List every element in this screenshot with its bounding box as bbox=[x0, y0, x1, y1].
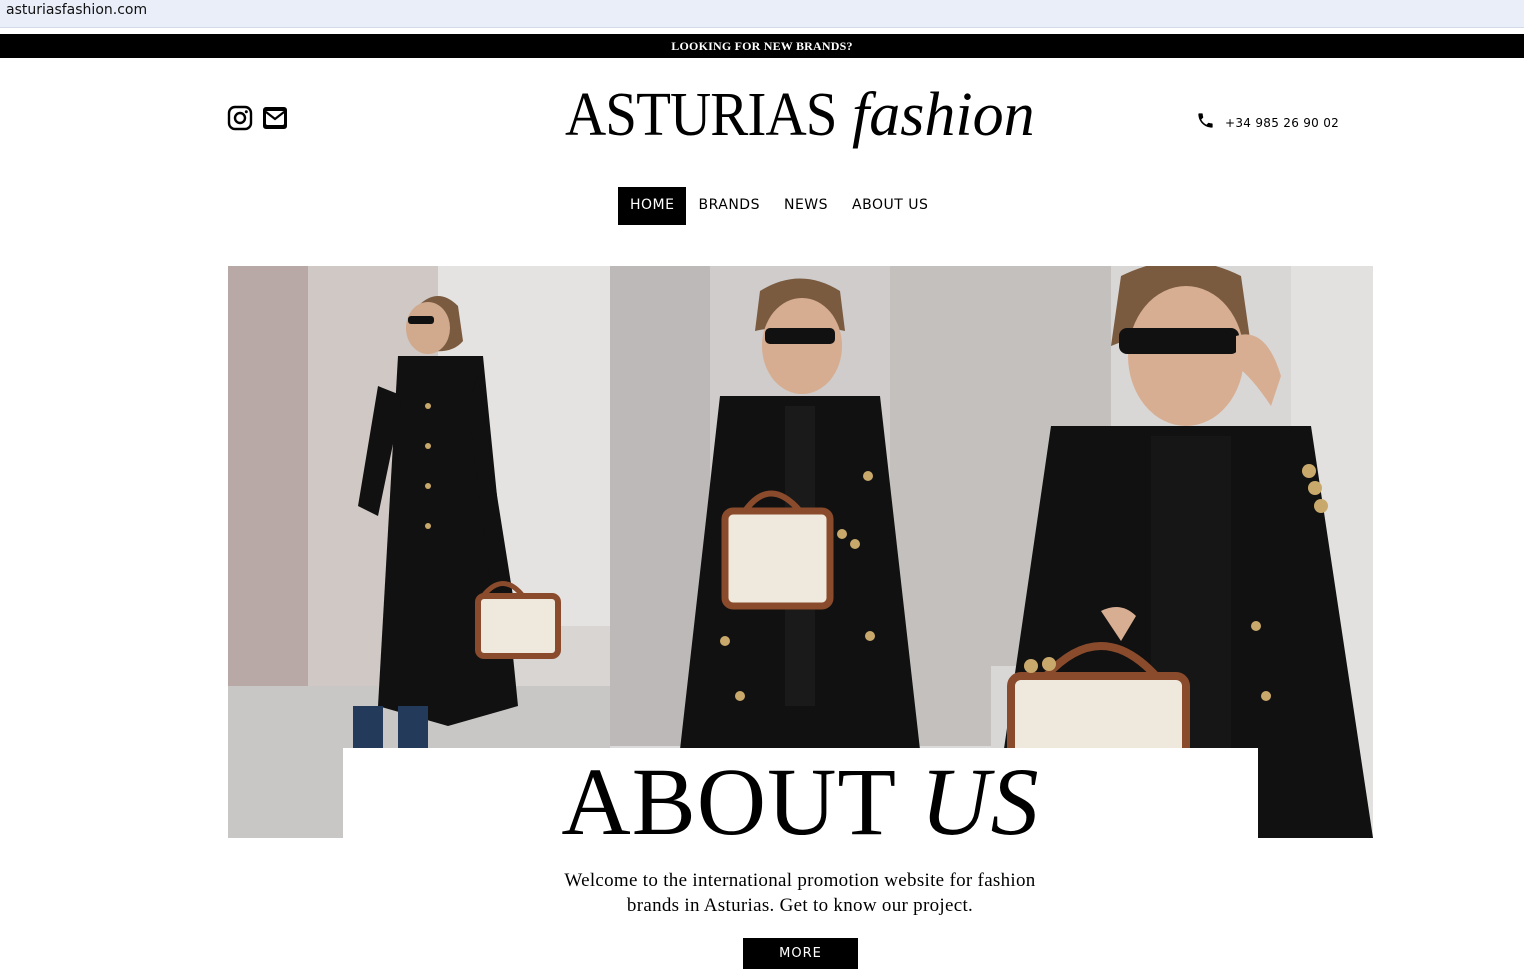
about-title-italic: US bbox=[920, 748, 1040, 839]
nav-item-about-us[interactable]: ABOUT US bbox=[840, 187, 940, 225]
instagram-icon[interactable] bbox=[227, 105, 253, 131]
about-description: Welcome to the international promotion w… bbox=[540, 868, 1060, 918]
about-title-main: ABOUT bbox=[561, 748, 921, 839]
nav-item-news[interactable]: NEWS bbox=[772, 187, 840, 225]
logo-script-text: fashion bbox=[852, 81, 1035, 149]
envelope-icon[interactable] bbox=[262, 105, 288, 131]
announcement-text[interactable]: LOOKING FOR NEW BRANDS? bbox=[671, 39, 852, 53]
about-us-heading: ABOUT US bbox=[343, 754, 1258, 839]
about-us-heading-box: ABOUT US bbox=[343, 748, 1258, 838]
logo-main-text: ASTURIAS bbox=[565, 81, 837, 149]
announcement-bar[interactable]: LOOKING FOR NEW BRANDS? bbox=[0, 34, 1524, 58]
nav-item-brands[interactable]: BRANDS bbox=[686, 187, 771, 225]
about-text-line-2: brands in Asturias. Get to know our proj… bbox=[626, 895, 974, 916]
phone-number[interactable]: +34 985 26 90 02 bbox=[1225, 116, 1339, 130]
browser-address-bar[interactable]: asturiasfashion.com bbox=[0, 0, 1524, 28]
site-logo[interactable]: ASTURIAS fashion bbox=[565, 80, 1035, 155]
main-nav: HOME BRANDS NEWS ABOUT US bbox=[618, 187, 940, 225]
url-text: asturiasfashion.com bbox=[6, 2, 148, 18]
nav-item-home[interactable]: HOME bbox=[618, 187, 687, 225]
more-button[interactable]: MORE bbox=[743, 938, 858, 969]
about-text-line-1: Welcome to the international promotion w… bbox=[564, 870, 1036, 891]
phone-icon bbox=[1198, 113, 1213, 128]
